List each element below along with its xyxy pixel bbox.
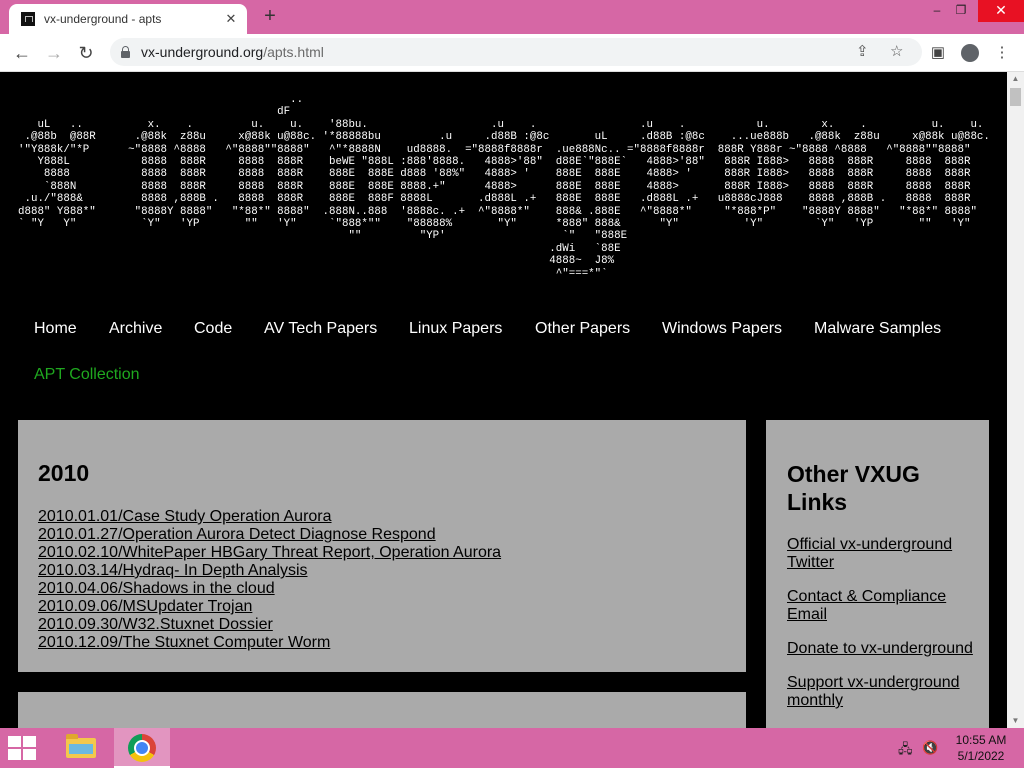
scroll-down-icon[interactable]: ▼ bbox=[1007, 714, 1024, 728]
sidebar-link-list: Official vx-underground Twitter Contact … bbox=[787, 536, 977, 726]
list-item: Donate to vx-underground bbox=[787, 640, 977, 658]
ascii-art-banner: .. dF uL .. x. . u. u. '88bu. .u . .u . … bbox=[18, 94, 990, 280]
menu-kebab-icon[interactable]: ⋮ bbox=[990, 41, 1014, 65]
forward-arrow-icon[interactable]: → bbox=[42, 41, 66, 65]
year-heading: 2010 bbox=[38, 460, 90, 486]
address-bar[interactable]: vx-underground.org/apts.html ⇪ ☆ bbox=[110, 38, 922, 66]
file-explorer-icon[interactable] bbox=[52, 728, 108, 768]
sidebar-heading: Other VXUG Links bbox=[787, 461, 920, 515]
nav-apt-collection[interactable]: APT Collection bbox=[34, 366, 140, 384]
nav-home[interactable]: Home bbox=[34, 320, 77, 338]
new-tab-button[interactable]: + bbox=[258, 5, 282, 29]
other-links-sidebar: Other VXUG Links Official vx-underground… bbox=[766, 420, 989, 728]
vertical-scrollbar[interactable]: ▲ ▼ bbox=[1007, 72, 1024, 728]
apt-report-list: 2010.01.01/Case Study Operation Aurora 2… bbox=[38, 508, 501, 652]
nav-other-papers[interactable]: Other Papers bbox=[535, 320, 630, 338]
report-link[interactable]: 2010.09.30/W32.Stuxnet Dossier bbox=[38, 616, 273, 633]
volume-muted-icon[interactable]: 🔇 bbox=[922, 740, 938, 756]
twitter-link[interactable]: Official vx-underground Twitter bbox=[787, 536, 952, 571]
donate-link[interactable]: Donate to vx-underground bbox=[787, 640, 973, 657]
list-item: 2010.02.10/WhitePaper HBGary Threat Repo… bbox=[38, 544, 501, 562]
browser-toolbar: ← → ↻ vx-underground.org/apts.html ⇪ ☆ ▣… bbox=[0, 34, 1024, 72]
report-link[interactable]: 2010.04.06/Shadows in the cloud bbox=[38, 580, 275, 597]
clock-date: 5/1/2022 bbox=[957, 749, 1005, 763]
list-item: 2010.03.14/Hydraq- In Depth Analysis bbox=[38, 562, 501, 580]
nav-archive[interactable]: Archive bbox=[109, 320, 162, 338]
scroll-up-icon[interactable]: ▲ bbox=[1007, 72, 1024, 86]
nav-linux-papers[interactable]: Linux Papers bbox=[409, 320, 502, 338]
nav-code[interactable]: Code bbox=[194, 320, 232, 338]
report-link[interactable]: 2010.02.10/WhitePaper HBGary Threat Repo… bbox=[38, 544, 501, 561]
list-item: 2010.09.30/W32.Stuxnet Dossier bbox=[38, 616, 501, 634]
report-link[interactable]: 2010.09.06/MSUpdater Trojan bbox=[38, 598, 252, 615]
list-item: 2010.04.06/Shadows in the cloud bbox=[38, 580, 501, 598]
system-clock[interactable]: 10:55 AM 5/1/2022 bbox=[948, 732, 1014, 764]
lock-icon[interactable] bbox=[120, 46, 131, 58]
browser-titlebar: vx-underground - apts ✕ + – ❐ ✕ bbox=[0, 0, 1024, 34]
page-viewport: .. dF uL .. x. . u. u. '88bu. .u . .u . … bbox=[0, 72, 1007, 728]
scroll-thumb[interactable] bbox=[1010, 88, 1021, 106]
list-item: Contact & Compliance Email bbox=[787, 588, 977, 624]
clock-time: 10:55 AM bbox=[955, 733, 1007, 747]
nav-windows-papers[interactable]: Windows Papers bbox=[662, 320, 782, 338]
nav-av-tech-papers[interactable]: AV Tech Papers bbox=[264, 320, 377, 338]
list-item: Support vx-underground monthly bbox=[787, 674, 977, 710]
profile-avatar-icon[interactable] bbox=[958, 41, 982, 65]
bookmark-star-icon[interactable]: ☆ bbox=[890, 38, 903, 66]
nav-malware-samples[interactable]: Malware Samples bbox=[814, 320, 941, 338]
url-path: /apts.html bbox=[263, 44, 324, 60]
windows-start-icon[interactable] bbox=[8, 736, 38, 760]
contact-email-link[interactable]: Contact & Compliance Email bbox=[787, 588, 946, 623]
windows-taskbar: 🖧 🔇 10:55 AM 5/1/2022 bbox=[0, 728, 1024, 768]
list-item: 2010.12.09/The Stuxnet Computer Worm bbox=[38, 634, 501, 652]
support-monthly-link[interactable]: Support vx-underground monthly bbox=[787, 674, 960, 709]
report-link[interactable]: 2010.03.14/Hydraq- In Depth Analysis bbox=[38, 562, 308, 579]
restore-button[interactable]: ❐ bbox=[944, 0, 978, 22]
side-panel-icon[interactable]: ▣ bbox=[926, 41, 950, 65]
list-item: 2010.01.01/Case Study Operation Aurora bbox=[38, 508, 501, 526]
year-2010-section: 2010 2010.01.01/Case Study Operation Aur… bbox=[18, 420, 746, 672]
browser-tab[interactable]: vx-underground - apts ✕ bbox=[9, 4, 247, 34]
list-item: 2010.01.27/Operation Aurora Detect Diagn… bbox=[38, 526, 501, 544]
tab-title: vx-underground - apts bbox=[44, 12, 162, 26]
url-host: vx-underground.org bbox=[141, 44, 264, 60]
tab-close-icon[interactable]: ✕ bbox=[223, 11, 239, 27]
report-link[interactable]: 2010.01.01/Case Study Operation Aurora bbox=[38, 508, 332, 525]
back-arrow-icon[interactable]: ← bbox=[10, 41, 34, 65]
chrome-taskbar-icon[interactable] bbox=[114, 728, 170, 768]
list-item: Official vx-underground Twitter bbox=[787, 536, 977, 572]
list-item: 2010.09.06/MSUpdater Trojan bbox=[38, 598, 501, 616]
reload-icon[interactable]: ↻ bbox=[74, 41, 98, 65]
network-icon[interactable]: 🖧 bbox=[898, 740, 913, 762]
report-link[interactable]: 2010.12.09/The Stuxnet Computer Worm bbox=[38, 634, 330, 651]
share-icon[interactable]: ⇪ bbox=[856, 38, 869, 66]
next-year-section bbox=[18, 692, 746, 728]
close-window-button[interactable]: ✕ bbox=[978, 0, 1024, 22]
report-link[interactable]: 2010.01.27/Operation Aurora Detect Diagn… bbox=[38, 526, 436, 543]
site-favicon-icon bbox=[21, 12, 35, 26]
